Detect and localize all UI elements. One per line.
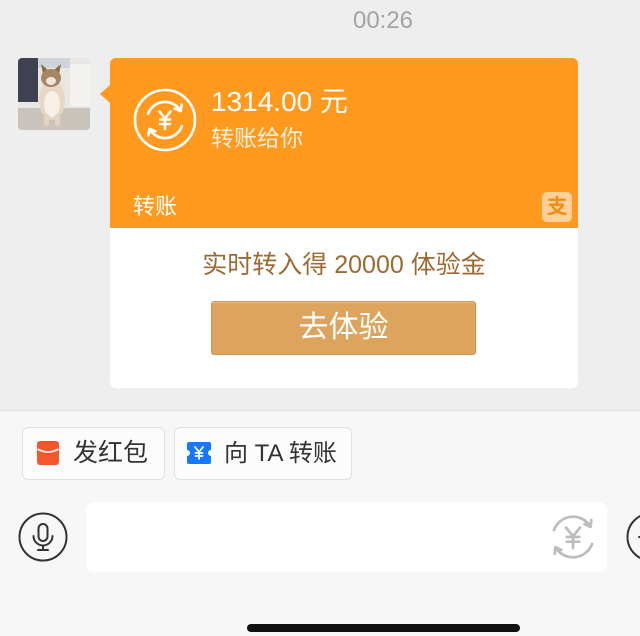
transfer-card-header: 1314.00 元 转账给你 转账 支 [110,58,578,228]
promo-section: 实时转入得 20000 体验金 去体验 [110,228,578,388]
transfer-amount: 1314.00 元 [211,86,348,117]
transfer-type-label: 转账 [133,194,178,219]
microphone-icon[interactable] [18,512,68,562]
yuan-transfer-icon [133,88,197,152]
red-envelope-button[interactable]: 发红包 [22,427,165,480]
red-envelope-icon [36,440,60,466]
alipay-logo-glyph: 支 [547,196,567,218]
yuan-transfer-icon[interactable] [548,512,598,562]
transfer-ticket-icon [186,440,212,466]
home-indicator [247,624,520,632]
message-input-box[interactable] [86,502,607,572]
try-now-button[interactable]: 去体验 [211,301,476,355]
avatar[interactable] [18,58,90,130]
transfer-to-ta-button[interactable]: 向 TA 转账 [174,427,352,480]
chat-screen: 00:26 1314.00 元 转账给你 转账 支 实时转入得 20000 体验… [0,0,640,636]
red-envelope-label: 发红包 [73,439,149,467]
bubble-tail [100,85,110,103]
transfer-note: 转账给你 [211,125,303,151]
add-circle-icon[interactable] [624,512,640,562]
promo-text: 实时转入得 20000 体验金 [202,251,486,279]
message-input[interactable] [86,502,607,572]
message-timestamp: 00:26 [352,7,414,34]
avatar-photo [18,58,90,130]
alipay-logo-icon: 支 [542,192,572,222]
transfer-to-ta-label: 向 TA 转账 [224,440,337,467]
transfer-card[interactable]: 1314.00 元 转账给你 转账 支 实时转入得 20000 体验金 去体验 [100,58,578,388]
